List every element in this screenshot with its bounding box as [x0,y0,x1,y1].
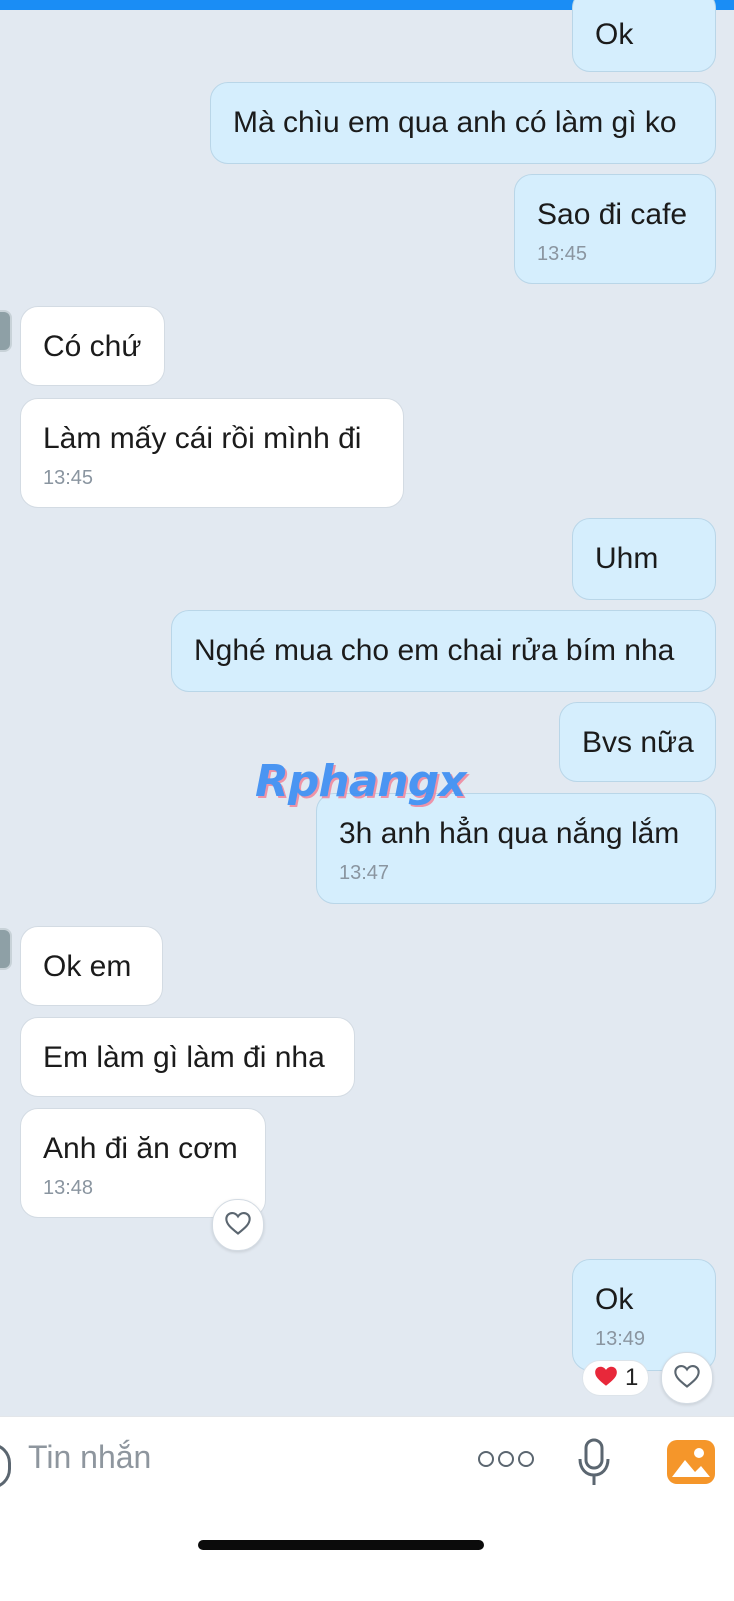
image-icon[interactable] [666,1439,716,1490]
contact-avatar[interactable] [0,310,12,352]
message-text: Sao đi cafe [537,198,688,231]
react-heart-button[interactable] [212,1199,264,1251]
message-text: 3h anh hẳn qua nắng lắm [339,817,680,850]
reaction-summary[interactable]: 1 [582,1360,650,1396]
message-bubble-outgoing[interactable]: Sao đi cafe 13:45 [514,174,716,284]
more-dot [478,1451,494,1467]
message-timestamp: 13:49 [595,1328,646,1350]
message-bubble-incoming[interactable]: Làm mấy cái rồi mình đi 13:45 [20,398,404,508]
message-text: Làm mấy cái rồi mình đi [43,422,362,455]
emoji-icon[interactable] [0,1443,11,1489]
message-bubble-incoming[interactable]: Có chứ [20,306,165,386]
message-timestamp: 13:48 [43,1177,94,1199]
message-text: Bvs nữa [582,726,694,759]
message-bubble-incoming[interactable]: Ok em [20,926,163,1006]
heart-outline-icon [224,1210,252,1241]
reaction-count: 1 [625,1364,639,1391]
message-text: Em làm gì làm đi nha [43,1041,325,1074]
message-bubble-outgoing[interactable]: Ok [572,0,716,72]
message-bubble-outgoing[interactable]: Bvs nữa [559,702,716,782]
message-bubble-outgoing[interactable]: 3h anh hẳn qua nắng lắm 13:47 [316,793,716,904]
message-text: Ok [595,18,634,51]
message-text: Có chứ [43,330,142,363]
message-input[interactable]: Tin nhắn [28,1439,151,1476]
message-text: Nghé mua cho em chai rửa bím nha [194,634,675,667]
message-text: Ok [595,1283,634,1316]
contact-avatar[interactable] [0,928,12,970]
message-bubble-incoming[interactable]: Em làm gì làm đi nha [20,1017,355,1097]
red-heart-icon [593,1364,619,1393]
more-dot [498,1451,514,1467]
message-timestamp: 13:45 [43,467,94,489]
heart-outline-icon [673,1363,701,1394]
watermark-logo: Rphangx [255,756,467,807]
message-composer: Tin nhắn [0,1416,734,1601]
more-icon[interactable] [478,1451,534,1467]
message-bubble-outgoing[interactable]: Nghé mua cho em chai rửa bím nha [171,610,716,692]
react-heart-button[interactable] [661,1352,713,1404]
home-indicator [198,1540,484,1550]
more-dot [518,1451,534,1467]
message-text: Ok em [43,950,132,983]
message-bubble-outgoing[interactable]: Mà chìu em qua anh có làm gì ko [210,82,716,164]
message-text: Mà chìu em qua anh có làm gì ko [233,106,677,139]
message-timestamp: 13:47 [339,862,390,884]
message-text: Anh đi ăn cơm [43,1132,238,1165]
message-bubble-outgoing[interactable]: Uhm [572,518,716,600]
microphone-icon[interactable] [576,1437,612,1494]
message-text: Uhm [595,542,659,575]
message-timestamp: 13:45 [537,243,588,265]
